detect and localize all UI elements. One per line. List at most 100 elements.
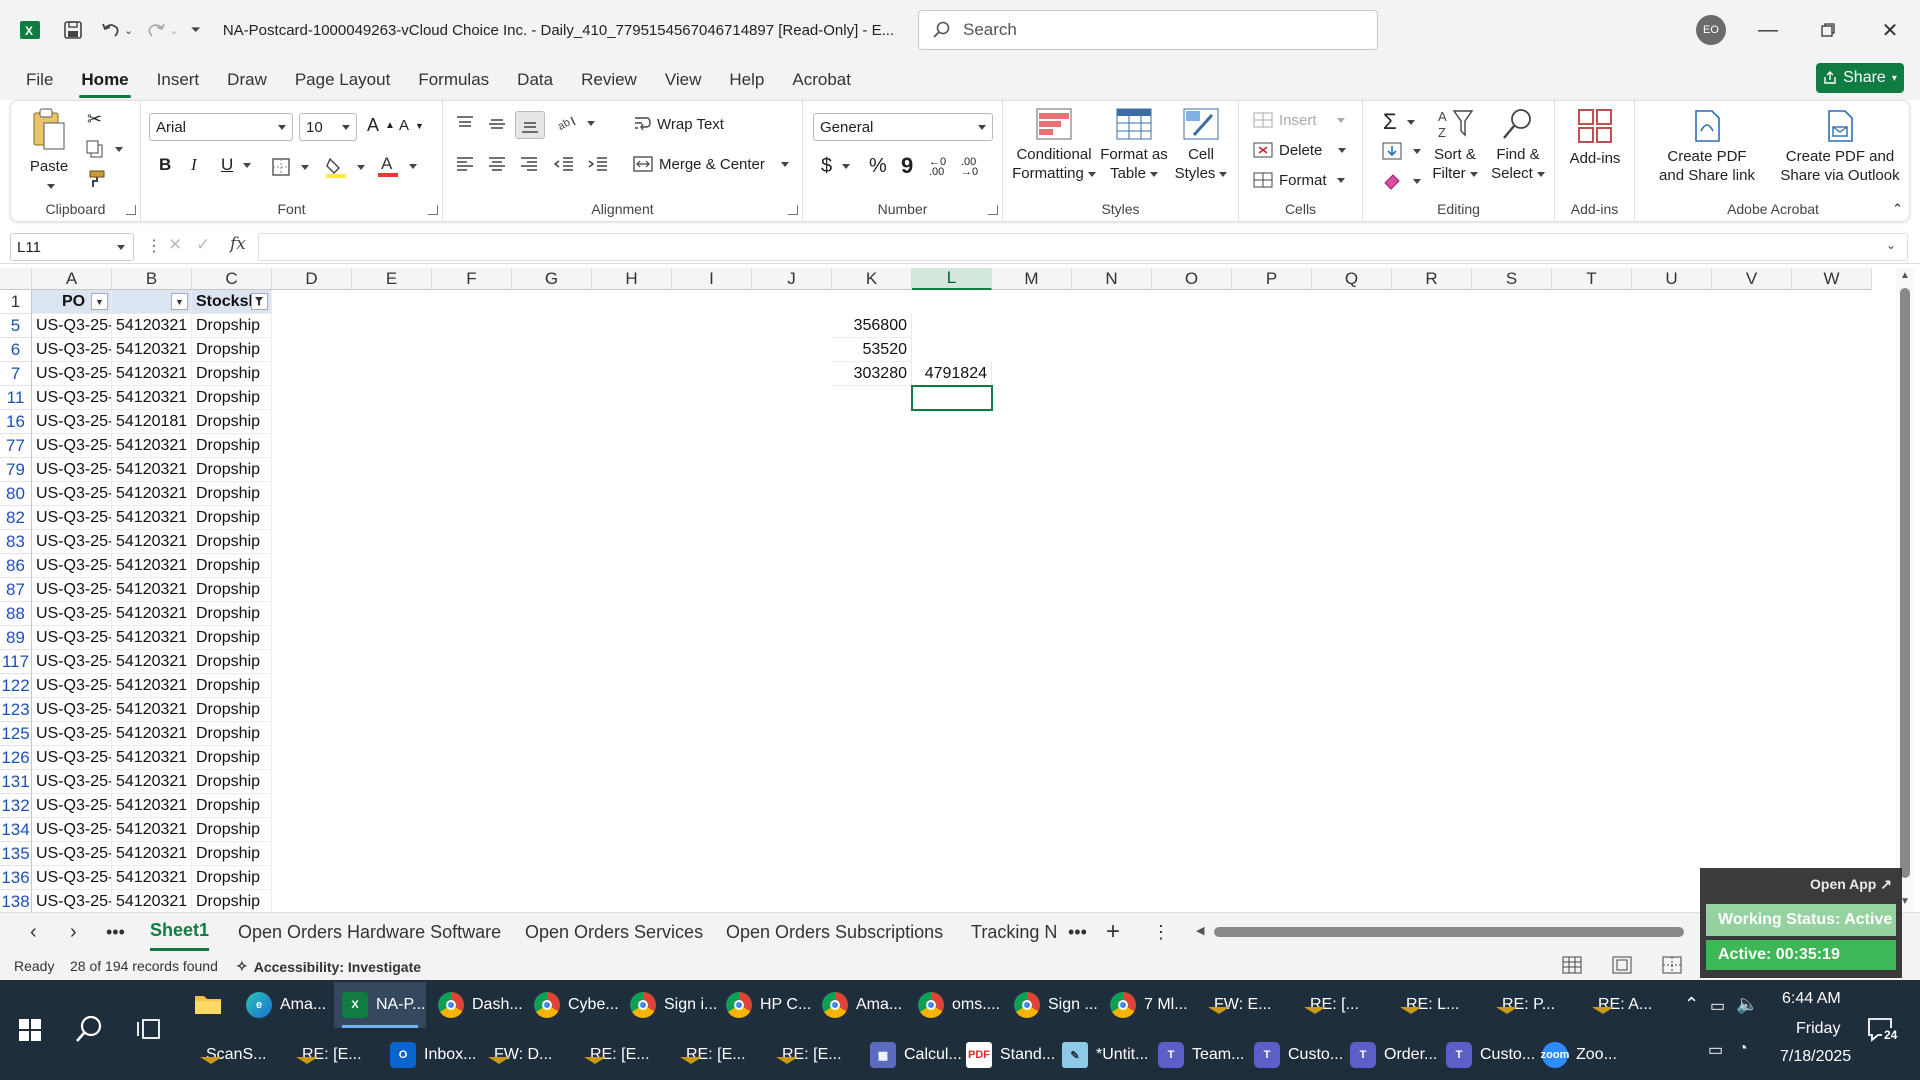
taskbar-app-teams[interactable]: T Team... — [1150, 1032, 1244, 1078]
column-header-n[interactable]: N — [1072, 268, 1152, 290]
cell-b[interactable]: 54120321 — [112, 818, 192, 842]
cell-c[interactable]: Dropship — [192, 554, 272, 578]
undo-dropdown-icon[interactable]: ⌄ — [124, 15, 133, 45]
row-header[interactable]: 11 — [0, 386, 32, 410]
cell-c[interactable]: Dropship — [192, 458, 272, 482]
tab-draw[interactable]: Draw — [213, 60, 281, 100]
tab-review[interactable]: Review — [567, 60, 651, 100]
cell-c[interactable]: Dropship — [192, 650, 272, 674]
insert-cells-button[interactable]: Insert — [1253, 111, 1345, 129]
column-header-l[interactable]: L — [912, 268, 992, 290]
tab-acrobat[interactable]: Acrobat — [778, 60, 865, 100]
name-box[interactable]: L11 — [10, 233, 134, 261]
minimize-icon[interactable]: — — [1752, 14, 1784, 46]
cell-a[interactable]: US-Q3-25- — [32, 578, 112, 602]
formula-bar-menu-icon[interactable]: ⋮ — [146, 236, 162, 256]
filter-active-icon[interactable] — [251, 293, 268, 310]
cell-c[interactable]: Dropship — [192, 602, 272, 626]
column-header-v[interactable]: V — [1712, 268, 1792, 290]
close-icon[interactable]: ✕ — [1874, 14, 1906, 46]
cell-c[interactable]: Dropship — [192, 338, 272, 362]
row-header[interactable]: 131 — [0, 770, 32, 794]
cell-b[interactable]: 54120321 — [112, 554, 192, 578]
column-header-t[interactable]: T — [1552, 268, 1632, 290]
scroll-up-icon[interactable]: ▲ — [1900, 270, 1910, 281]
row-header[interactable]: 80 — [0, 482, 32, 506]
cell-b[interactable]: 54120321 — [112, 434, 192, 458]
tab-insert[interactable]: Insert — [143, 60, 214, 100]
tab-view[interactable]: View — [651, 60, 716, 100]
row-header[interactable]: 125 — [0, 722, 32, 746]
column-header-r[interactable]: R — [1392, 268, 1472, 290]
row-header[interactable]: 134 — [0, 818, 32, 842]
column-header-i[interactable]: I — [672, 268, 752, 290]
taskbar-app-chrome[interactable]: Ama... — [814, 982, 906, 1028]
comma-style-icon[interactable]: 9 — [901, 153, 913, 179]
conditional-formatting-button[interactable]: Conditional Formatting — [1011, 107, 1097, 183]
sheet-tab-subscriptions[interactable]: Open Orders Subscriptions — [726, 913, 943, 951]
customize-toolbar-icon[interactable]: ⏷ — [190, 15, 200, 45]
cell-k[interactable]: 303280 — [832, 362, 912, 386]
normal-view-icon[interactable] — [1562, 956, 1582, 977]
horizontal-scroll-thumb[interactable] — [1214, 927, 1684, 937]
cell-a[interactable]: US-Q3-25- — [32, 890, 112, 912]
tab-formulas[interactable]: Formulas — [404, 60, 503, 100]
row-header[interactable]: 135 — [0, 842, 32, 866]
increase-decimal-icon[interactable]: ←0.00 — [929, 157, 946, 178]
next-sheet-icon[interactable]: › — [70, 913, 77, 951]
cell-a[interactable]: US-Q3-25- — [32, 338, 112, 362]
row-header[interactable]: 16 — [0, 410, 32, 434]
cell-c[interactable]: Dropship — [192, 890, 272, 912]
column-header-g[interactable]: G — [512, 268, 592, 290]
cell-a[interactable]: US-Q3-25- — [32, 386, 112, 410]
cell-a[interactable]: US-Q3-25- — [32, 506, 112, 530]
cell-c[interactable]: Dropship — [192, 314, 272, 338]
taskbar-app-teams[interactable]: T Custo... — [1438, 1032, 1535, 1078]
row-header[interactable]: 117 — [0, 650, 32, 674]
increase-font-icon[interactable]: A ▲ — [367, 115, 395, 136]
row-header[interactable]: 126 — [0, 746, 32, 770]
tab-data[interactable]: Data — [503, 60, 567, 100]
column-header-w[interactable]: W — [1792, 268, 1872, 290]
tab-home[interactable]: Home — [67, 60, 142, 100]
cell-b[interactable]: 54120321 — [112, 866, 192, 890]
column-header-b[interactable]: B — [112, 268, 192, 290]
sheet-options-icon[interactable]: ⋮ — [1152, 913, 1170, 951]
taskbar-app-mail[interactable]: RE: [E... — [286, 1032, 378, 1078]
cell-c[interactable]: Dropship — [192, 794, 272, 818]
filter-dropdown-icon[interactable]: ▼ — [91, 293, 108, 310]
collapse-ribbon-icon[interactable]: ⌃ — [1892, 201, 1903, 217]
bold-icon[interactable]: B — [159, 155, 171, 175]
avatar[interactable]: EO — [1696, 15, 1726, 45]
cell-a[interactable]: US-Q3-25- — [32, 650, 112, 674]
tab-file[interactable]: File — [12, 60, 67, 100]
cell-k[interactable]: 356800 — [832, 314, 912, 338]
taskbar-app-zoom[interactable]: zoom Zoo... — [1534, 1032, 1626, 1078]
font-name-select[interactable]: Arial — [149, 113, 293, 141]
cell-styles-button[interactable]: Cell Styles — [1171, 107, 1231, 183]
more-sheets-icon[interactable]: ••• — [106, 913, 125, 951]
sheet-tab-services[interactable]: Open Orders Services — [525, 913, 703, 951]
column-header-e[interactable]: E — [352, 268, 432, 290]
cell-b[interactable]: 54120321 — [112, 842, 192, 866]
sheet-tab-hardware-software[interactable]: Open Orders Hardware Software — [238, 913, 501, 951]
font-color-icon[interactable]: A — [377, 153, 417, 179]
restore-icon[interactable] — [1812, 14, 1844, 46]
align-bottom-icon[interactable] — [515, 111, 545, 139]
cell-b[interactable]: 54120321 — [112, 578, 192, 602]
underline-icon[interactable]: U — [221, 155, 252, 175]
column-header-o[interactable]: O — [1152, 268, 1232, 290]
prev-sheet-icon[interactable]: ‹ — [30, 913, 37, 951]
cell-c[interactable]: Dropship — [192, 434, 272, 458]
align-top-icon[interactable] — [455, 115, 475, 133]
more-tabs-icon[interactable]: ••• — [1068, 913, 1087, 951]
row-header[interactable]: 86 — [0, 554, 32, 578]
taskbar-app-mail[interactable]: RE: [E... — [670, 1032, 762, 1078]
italic-icon[interactable]: I — [191, 155, 197, 175]
taskbar-app-mail[interactable]: RE: A... — [1582, 982, 1674, 1028]
cut-icon[interactable]: ✂ — [87, 109, 102, 130]
addins-button[interactable]: Add-ins — [1561, 107, 1629, 168]
cell-b[interactable]: 54120321 — [112, 338, 192, 362]
cell-a[interactable]: US-Q3-25- — [32, 554, 112, 578]
expand-formula-icon[interactable]: ⌄ — [1886, 238, 1896, 252]
